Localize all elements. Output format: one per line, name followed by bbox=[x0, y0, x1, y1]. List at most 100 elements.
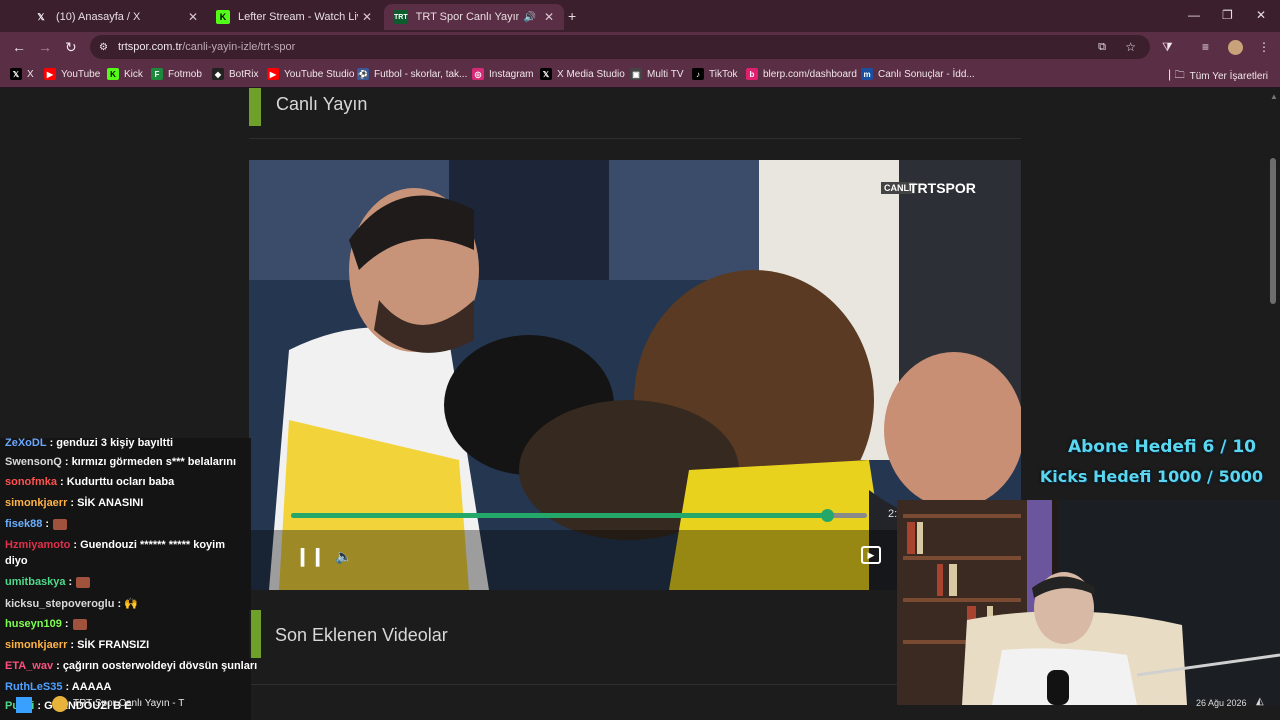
bookmark-label: X bbox=[27, 68, 34, 80]
bookmark-4[interactable]: ◆ BotRix bbox=[212, 68, 258, 80]
chat-username[interactable]: simonkjaerr bbox=[5, 639, 67, 651]
all-bookmarks-folder[interactable]: 🗀 Tüm Yer İşaretleri bbox=[1175, 68, 1268, 85]
pause-icon[interactable]: ❙❙ bbox=[295, 546, 325, 567]
chat-message: umitbaskya: bbox=[5, 576, 91, 588]
chat-message: fisek88: bbox=[5, 518, 67, 530]
seek-bar[interactable] bbox=[291, 509, 867, 522]
bookmark-10[interactable]: ♪ TikTok bbox=[692, 68, 738, 80]
bookmark-label: Multi TV bbox=[647, 68, 684, 80]
chat-message: diyo bbox=[5, 555, 28, 567]
bookmark-12[interactable]: m Canlı Sonuçlar - İdd... bbox=[861, 68, 975, 80]
seek-handle[interactable] bbox=[820, 509, 834, 522]
bookmark-1[interactable]: ▶ YouTube bbox=[44, 68, 100, 80]
chat-text: : bbox=[45, 518, 49, 530]
site-info-icon[interactable]: ⚙ bbox=[99, 42, 108, 53]
tray-chevron-icon[interactable]: ⌃ bbox=[1158, 696, 1166, 707]
taskbar: TRT Spor Canlı Yayın - T ⌃ 26 Ağu 2026 ◭ bbox=[0, 692, 1280, 720]
window-close-icon[interactable]: ✕ bbox=[1256, 8, 1266, 22]
bookmark-3[interactable]: F Fotmob bbox=[151, 68, 202, 80]
bookmark-8[interactable]: 𝕏 X Media Studio bbox=[540, 68, 625, 80]
forward-arrow-icon[interactable]: → bbox=[38, 39, 52, 55]
close-icon[interactable]: ✕ bbox=[188, 10, 198, 24]
restore-icon[interactable]: ❐ bbox=[1222, 8, 1233, 22]
chat-username[interactable]: Hzmiyamoto bbox=[5, 539, 70, 551]
chat-username[interactable]: sonofmka bbox=[5, 476, 57, 488]
bookmark-0[interactable]: 𝕏X bbox=[10, 68, 34, 80]
bookmarks-bar: 🗀 Tüm Yer İşaretleri | 𝕏 X ▶ YouTube K Kick F F… bbox=[0, 62, 1280, 88]
chat-text: : bbox=[64, 618, 69, 630]
chat-username[interactable]: huseyn109 bbox=[5, 618, 62, 630]
pip-icon[interactable]: ▶ bbox=[861, 546, 881, 564]
extensions-icon[interactable]: ⧩ bbox=[1162, 40, 1173, 55]
notification-icon[interactable]: ◭ bbox=[1256, 696, 1264, 707]
youtube-icon: ▶ bbox=[44, 68, 56, 80]
bookmark-label: X Media Studio bbox=[557, 68, 625, 80]
stream-chat-overlay: ZeXoDL: genduzi 3 kişiy bayıltti SwensonQ… bbox=[0, 437, 257, 720]
tab-kick[interactable]: K Lefter Stream - Watch Live on K ✕ bbox=[206, 4, 382, 30]
tab-trt-spor[interactable]: TRT TRT Spor Canlı Yayın - TRTS 🔊 ✕ bbox=[384, 4, 564, 30]
page-scrollbar[interactable] bbox=[1270, 158, 1276, 304]
emote-icon bbox=[52, 518, 67, 530]
chat-username[interactable]: ETA_wav bbox=[5, 660, 53, 672]
scroll-up-icon[interactable]: ▲ bbox=[1270, 92, 1278, 101]
bookmark-9[interactable]: ▣ Multi TV bbox=[630, 68, 684, 80]
tab-title: TRT Spor Canlı Yayın - TRTS bbox=[415, 11, 520, 23]
chat-message: kicksu_stepoveroglu: 🙌 bbox=[5, 597, 138, 610]
chat-username[interactable]: ZeXoDL bbox=[5, 437, 47, 449]
new-tab-icon[interactable]: + bbox=[568, 8, 576, 24]
kicks-goal: Kicks Hedefi 1000 / 5000 bbox=[1039, 467, 1263, 486]
bookmark-label: BotRix bbox=[229, 68, 259, 80]
x-logo-icon: 𝕏 bbox=[10, 68, 22, 80]
volume-icon[interactable]: 🔈 bbox=[335, 548, 352, 565]
chat-username[interactable]: SwensonQ bbox=[5, 456, 62, 468]
media-controls-icon[interactable]: ≡ bbox=[1202, 40, 1209, 54]
fotmob-icon: F bbox=[151, 68, 163, 80]
seek-bar-fill bbox=[291, 513, 827, 518]
bookmarks-separator: | bbox=[1168, 67, 1172, 81]
chat-message: sonofmka: Kudurttu ocları baba bbox=[5, 476, 174, 488]
mackolik-icon: m bbox=[861, 68, 873, 80]
webcam-image bbox=[897, 500, 1280, 705]
blerp-icon: b bbox=[746, 68, 758, 80]
close-icon[interactable]: ✕ bbox=[544, 10, 554, 24]
emote-icon bbox=[76, 576, 91, 588]
bookmark-star-icon[interactable]: ☆ bbox=[1125, 40, 1136, 54]
bookmark-label: Kick bbox=[124, 68, 143, 80]
address-bar[interactable]: ⚙ trtspor.com.tr/canli-yayin-izle/trt-sp… bbox=[90, 35, 1150, 59]
close-icon[interactable]: ✕ bbox=[362, 10, 372, 24]
chat-text: : Kudurttu ocları baba bbox=[59, 476, 175, 488]
bookmark-7[interactable]: ◎ Instagram bbox=[472, 68, 533, 80]
bookmark-label: YouTube bbox=[61, 68, 101, 80]
chat-message: simonkjaerr: SİK FRANSIZI bbox=[5, 639, 149, 651]
chat-text: diyo bbox=[5, 555, 28, 567]
bookmark-6[interactable]: ⚽ Futbol - skorlar, tak... bbox=[357, 68, 467, 80]
chat-text: : bbox=[68, 576, 73, 588]
reload-icon[interactable]: ↻ bbox=[65, 39, 77, 56]
menu-kebab-icon[interactable]: ⋮ bbox=[1258, 40, 1270, 54]
tiktok-icon: ♪ bbox=[692, 68, 704, 80]
x-logo-icon: 𝕏 bbox=[540, 68, 552, 80]
back-arrow-icon[interactable]: ← bbox=[12, 39, 26, 55]
windows-start-icon[interactable] bbox=[16, 697, 32, 713]
taskbar-app-title[interactable]: TRT Spor Canlı Yayın - T bbox=[73, 698, 184, 709]
chrome-taskbar-icon[interactable] bbox=[52, 696, 68, 712]
live-section-title: Canlı Yayın bbox=[276, 94, 368, 114]
multitv-icon: ▣ bbox=[630, 68, 642, 80]
chat-username[interactable]: umitbaskya bbox=[5, 576, 66, 588]
chat-username[interactable]: fisek88 bbox=[5, 518, 42, 530]
minimize-icon[interactable]: — bbox=[1188, 8, 1200, 22]
speaker-icon[interactable]: 🔊 bbox=[523, 12, 535, 23]
all-bookmarks-label: Tüm Yer İşaretleri bbox=[1189, 71, 1268, 82]
cast-icon[interactable]: ⧉ bbox=[1098, 41, 1106, 54]
bookmark-5[interactable]: ▶ YouTube Studio bbox=[267, 68, 354, 80]
bookmark-11[interactable]: b blerp.com/dashboard bbox=[746, 68, 857, 80]
tab-x-home[interactable]: 𝕏 (10) Anasayfa / X ✕ bbox=[24, 4, 208, 30]
chat-message: Hzmiyamoto: Guendouzi ****** ***** koyim bbox=[5, 539, 225, 551]
profile-avatar[interactable] bbox=[1228, 40, 1243, 55]
flashscore-icon: ⚽ bbox=[357, 68, 369, 80]
chat-username[interactable]: kicksu_stepoveroglu bbox=[5, 598, 114, 610]
bookmark-2[interactable]: K Kick bbox=[107, 68, 143, 80]
subscriber-goal: Abone Hedefi 6 / 10 bbox=[1067, 437, 1256, 457]
section-accent bbox=[249, 88, 261, 126]
chat-username[interactable]: simonkjaerr bbox=[5, 497, 67, 509]
